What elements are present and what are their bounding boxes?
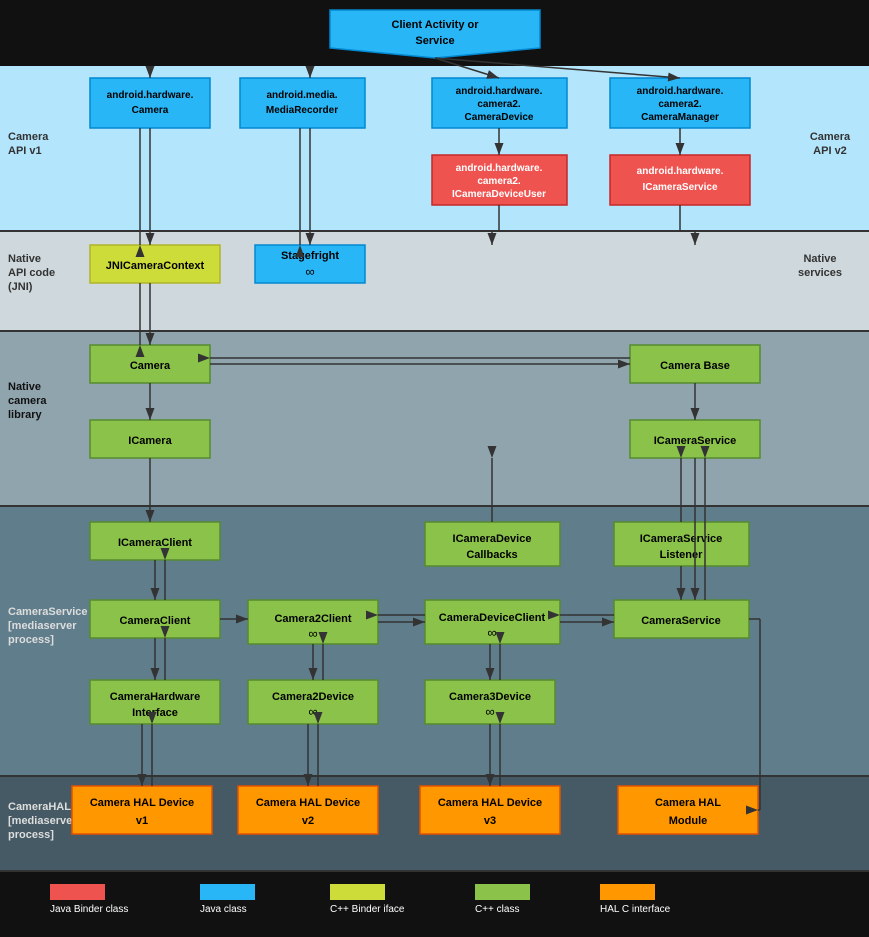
svg-text:library: library (8, 409, 43, 421)
svg-text:CameraService: CameraService (641, 615, 721, 627)
svg-text:Camera HAL: Camera HAL (655, 797, 721, 809)
svg-text:Camera Base: Camera Base (660, 360, 730, 372)
android-media-mediarecorder-box (240, 78, 365, 128)
svg-text:camera2.: camera2. (658, 99, 702, 110)
camera-service-label: CameraService (8, 606, 88, 618)
svg-text:MediaRecorder: MediaRecorder (266, 105, 338, 116)
svg-text:v2: v2 (302, 815, 314, 827)
native-camera-library-label: Native (8, 381, 41, 393)
client-box-subtext: Service (415, 35, 454, 47)
svg-text:Camera HAL Device: Camera HAL Device (90, 797, 194, 809)
svg-text:process]: process] (8, 634, 54, 646)
svg-text:Camera HAL Device: Camera HAL Device (256, 797, 360, 809)
android-hardware-icameraservice-box (610, 155, 750, 205)
svg-text:ICameraDeviceUser: ICameraDeviceUser (452, 189, 546, 200)
camera-hal-label: CameraHAL (8, 801, 71, 813)
architecture-diagram: Client Activity or Service Camera API v1… (0, 0, 869, 937)
native-services-label: Native (803, 253, 836, 265)
svg-text:CameraManager: CameraManager (641, 112, 719, 123)
svg-text:Listener: Listener (660, 549, 704, 561)
legend-hal-c-label: HAL C interface (600, 904, 671, 915)
svg-text:services: services (798, 267, 842, 279)
legend-cpp-binder-label: C++ Binder iface (330, 904, 405, 915)
svg-text:CameraDevice: CameraDevice (465, 112, 534, 123)
svg-text:camera2.: camera2. (477, 99, 521, 110)
svg-text:CameraClient: CameraClient (120, 615, 191, 627)
camera-api-v1-label: Camera (8, 131, 49, 143)
legend-cpp-class-label: C++ class (475, 904, 519, 915)
svg-text:API v1: API v1 (8, 145, 42, 157)
svg-text:ICameraService: ICameraService (640, 533, 723, 545)
svg-text:API code: API code (8, 267, 55, 279)
svg-text:ICamera: ICamera (128, 435, 172, 447)
svg-text:CameraHardware: CameraHardware (110, 691, 201, 703)
svg-text:Callbacks: Callbacks (466, 549, 517, 561)
svg-text:[mediaserver: [mediaserver (8, 815, 77, 827)
svg-text:[mediaserver: [mediaserver (8, 620, 77, 632)
native-api-label: Native (8, 253, 41, 265)
svg-text:∞: ∞ (485, 704, 494, 719)
svg-text:v3: v3 (484, 815, 496, 827)
svg-text:CameraDeviceClient: CameraDeviceClient (439, 612, 546, 624)
svg-text:android.hardware.: android.hardware. (637, 86, 724, 97)
svg-text:Module: Module (669, 815, 708, 827)
svg-text:API v2: API v2 (813, 145, 847, 157)
svg-text:Camera3Device: Camera3Device (449, 691, 531, 703)
svg-text:Camera2Client: Camera2Client (274, 613, 351, 625)
svg-text:ICameraClient: ICameraClient (118, 537, 192, 549)
svg-text:v1: v1 (136, 815, 148, 827)
svg-text:android.media.: android.media. (266, 90, 337, 101)
svg-text:Stagefright: Stagefright (281, 250, 339, 262)
svg-text:∞: ∞ (308, 626, 317, 641)
svg-text:android.hardware.: android.hardware. (107, 90, 194, 101)
svg-text:∞: ∞ (487, 625, 496, 640)
svg-text:∞: ∞ (308, 704, 317, 719)
android-hardware-camera-box (90, 78, 210, 128)
svg-text:ICameraService: ICameraService (654, 435, 737, 447)
svg-text:android.hardware.: android.hardware. (637, 166, 724, 177)
diagram-container: Client Activity or Service Camera API v1… (0, 0, 869, 937)
legend-java-binder-label: Java Binder class (50, 904, 128, 915)
svg-text:JNICameraContext: JNICameraContext (106, 260, 205, 272)
svg-text:process]: process] (8, 829, 54, 841)
svg-text:ICameraDevice: ICameraDevice (453, 533, 532, 545)
svg-text:Camera HAL Device: Camera HAL Device (438, 797, 542, 809)
svg-text:Camera: Camera (132, 105, 169, 116)
svg-text:Interface: Interface (132, 707, 178, 719)
svg-text:android.hardware.: android.hardware. (456, 163, 543, 174)
svg-text:ICameraService: ICameraService (642, 182, 717, 193)
camera-api-v2-label: Camera (810, 131, 851, 143)
svg-text:camera2.: camera2. (477, 176, 521, 187)
legend-java-class-label: Java class (200, 904, 247, 915)
svg-text:∞: ∞ (305, 264, 314, 279)
svg-text:(JNI): (JNI) (8, 281, 33, 293)
svg-text:Camera: Camera (130, 360, 171, 372)
client-box-text: Client Activity or (392, 19, 480, 31)
svg-text:Camera2Device: Camera2Device (272, 691, 354, 703)
svg-text:camera: camera (8, 395, 47, 407)
svg-text:android.hardware.: android.hardware. (456, 86, 543, 97)
